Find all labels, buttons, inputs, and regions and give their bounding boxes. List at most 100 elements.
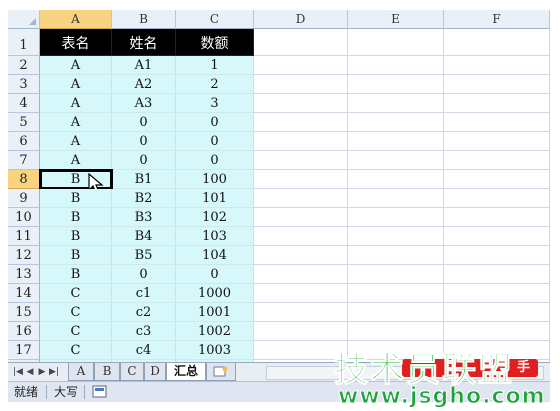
empty-cell[interactable] [348, 322, 444, 341]
table-cell[interactable]: 0 [176, 132, 254, 151]
empty-cell[interactable] [254, 94, 348, 113]
table-header-cell[interactable]: 表名 [40, 29, 112, 56]
table-cell[interactable]: 103 [176, 227, 254, 246]
table-cell[interactable]: A3 [112, 94, 176, 113]
table-cell[interactable]: B1 [112, 170, 176, 189]
table-cell[interactable]: 1003 [176, 341, 254, 360]
first-sheet-icon[interactable]: |◀ [12, 365, 24, 379]
empty-cell[interactable] [348, 227, 444, 246]
row-header[interactable]: 12 [8, 246, 40, 265]
empty-cell[interactable] [348, 113, 444, 132]
table-cell[interactable]: 1000 [176, 284, 254, 303]
row-header[interactable]: 8 [8, 170, 40, 189]
empty-cell[interactable] [254, 170, 348, 189]
table-cell[interactable]: 2 [176, 75, 254, 94]
table-cell[interactable]: B5 [112, 246, 176, 265]
table-cell[interactable]: C [40, 303, 112, 322]
empty-cell[interactable] [444, 94, 550, 113]
table-cell[interactable]: 0 [112, 265, 176, 284]
column-header-c[interactable]: C [176, 10, 254, 29]
row-header[interactable]: 4 [8, 94, 40, 113]
empty-cell[interactable] [254, 151, 348, 170]
table-cell[interactable]: 0 [176, 151, 254, 170]
table-cell[interactable]: c3 [112, 322, 176, 341]
empty-cell[interactable] [254, 56, 348, 75]
row-header[interactable]: 1 [8, 29, 40, 56]
row-header[interactable]: 10 [8, 208, 40, 227]
empty-cell[interactable] [444, 56, 550, 75]
empty-cell[interactable] [444, 227, 550, 246]
table-cell[interactable]: 0 [176, 113, 254, 132]
table-cell[interactable]: A [40, 75, 112, 94]
row-header[interactable]: 2 [8, 56, 40, 75]
table-cell[interactable]: B2 [112, 189, 176, 208]
empty-cell[interactable] [348, 303, 444, 322]
column-header-f[interactable]: F [444, 10, 550, 29]
table-cell[interactable]: B4 [112, 227, 176, 246]
empty-cell[interactable] [444, 151, 550, 170]
column-header-b[interactable]: B [112, 10, 176, 29]
empty-cell[interactable] [348, 284, 444, 303]
row-header[interactable]: 11 [8, 227, 40, 246]
empty-cell[interactable] [348, 151, 444, 170]
table-cell[interactable]: 0 [176, 265, 254, 284]
table-cell[interactable]: 102 [176, 208, 254, 227]
row-header[interactable]: 7 [8, 151, 40, 170]
table-cell[interactable]: B [40, 189, 112, 208]
empty-cell[interactable] [444, 29, 550, 56]
table-cell[interactable]: A [40, 94, 112, 113]
empty-cell[interactable] [348, 170, 444, 189]
tab-c[interactable]: C [120, 363, 144, 381]
table-header-cell[interactable]: 姓名 [112, 29, 176, 56]
prev-sheet-icon[interactable]: ◀ [24, 365, 36, 379]
empty-cell[interactable] [254, 189, 348, 208]
table-cell[interactable]: 0 [112, 151, 176, 170]
table-cell[interactable]: C [40, 322, 112, 341]
table-cell[interactable]: A [40, 132, 112, 151]
empty-cell[interactable] [444, 189, 550, 208]
table-cell[interactable]: B [40, 265, 112, 284]
empty-cell[interactable] [444, 322, 550, 341]
column-header-d[interactable]: D [254, 10, 348, 29]
table-cell[interactable]: A [40, 151, 112, 170]
table-header-cell[interactable]: 数额 [176, 29, 254, 56]
table-cell[interactable]: A [40, 113, 112, 132]
row-header[interactable]: 15 [8, 303, 40, 322]
row-header[interactable]: 14 [8, 284, 40, 303]
row-header[interactable]: 13 [8, 265, 40, 284]
empty-cell[interactable] [444, 170, 550, 189]
row-header[interactable]: 9 [8, 189, 40, 208]
empty-cell[interactable] [254, 208, 348, 227]
empty-cell[interactable] [254, 132, 348, 151]
row-header[interactable]: 5 [8, 113, 40, 132]
table-cell[interactable]: C [40, 341, 112, 360]
empty-cell[interactable] [444, 75, 550, 94]
empty-cell[interactable] [254, 113, 348, 132]
table-cell[interactable]: c2 [112, 303, 176, 322]
empty-cell[interactable] [254, 75, 348, 94]
empty-cell[interactable] [254, 322, 348, 341]
tab-a[interactable]: A [68, 363, 94, 381]
empty-cell[interactable] [444, 284, 550, 303]
empty-cell[interactable] [254, 246, 348, 265]
empty-cell[interactable] [444, 303, 550, 322]
empty-cell[interactable] [254, 284, 348, 303]
table-cell[interactable]: 1001 [176, 303, 254, 322]
table-cell[interactable]: A [40, 56, 112, 75]
table-cell[interactable]: B [40, 227, 112, 246]
empty-cell[interactable] [348, 29, 444, 56]
table-cell[interactable]: 104 [176, 246, 254, 265]
table-cell[interactable]: c1 [112, 284, 176, 303]
table-cell[interactable]: 100 [176, 170, 254, 189]
column-header-a[interactable]: A [40, 10, 112, 29]
empty-cell[interactable] [254, 265, 348, 284]
table-cell[interactable]: B [40, 246, 112, 265]
empty-cell[interactable] [348, 75, 444, 94]
empty-cell[interactable] [444, 208, 550, 227]
table-cell[interactable]: 0 [112, 113, 176, 132]
table-cell[interactable]: 1 [176, 56, 254, 75]
table-cell[interactable]: C [40, 284, 112, 303]
table-cell[interactable]: 0 [112, 132, 176, 151]
tab-d[interactable]: D [144, 363, 166, 381]
empty-cell[interactable] [254, 227, 348, 246]
